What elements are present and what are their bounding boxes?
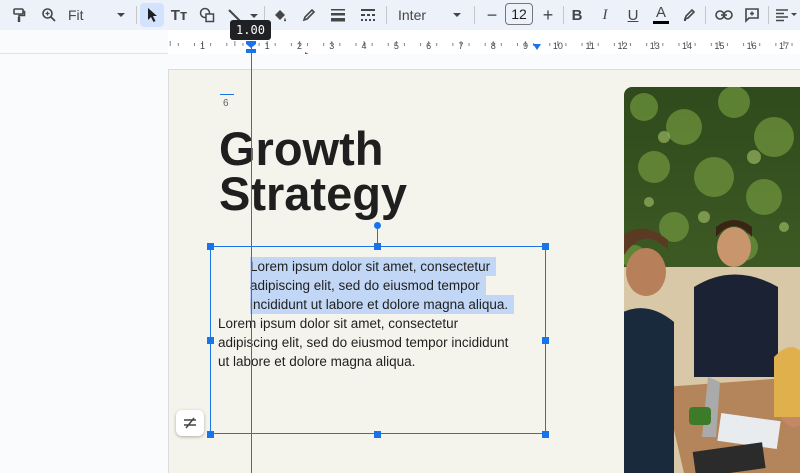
text-style-icon[interactable]: Tт <box>168 3 190 27</box>
divider <box>705 6 706 24</box>
border-color-icon[interactable] <box>298 3 320 27</box>
link-icon[interactable] <box>712 3 736 27</box>
font-name: Inter <box>398 7 427 23</box>
resize-handle-bottom-right[interactable] <box>542 431 549 438</box>
zoom-value: Fit <box>68 7 84 23</box>
decrease-font-button[interactable]: − <box>480 3 504 27</box>
ruler-ticks: 1 1 2 3 4 5 6 7 8 9 10 11 12 13 14 15 16 17 <box>168 30 800 54</box>
resize-handle-top-left[interactable] <box>207 243 214 250</box>
resize-handle-bottom[interactable] <box>374 431 381 438</box>
ruler-number: 15 <box>714 41 724 51</box>
selected-line: Lorem ipsum dolor sit amet, consectetur <box>250 257 497 276</box>
title-line-1: Growth <box>219 122 384 175</box>
body-line: Lorem ipsum dolor sit amet, consectetur <box>218 316 459 331</box>
divider <box>563 6 564 24</box>
bold-icon[interactable]: B <box>566 3 588 27</box>
ruler-number: 13 <box>650 41 660 51</box>
resize-handle-top[interactable] <box>374 243 381 250</box>
title-line-2: Strategy <box>219 167 408 220</box>
resize-handle-right[interactable] <box>542 337 549 344</box>
ruler-number: 10 <box>553 41 563 51</box>
text-color-label: A <box>655 4 666 21</box>
fill-color-icon[interactable] <box>268 3 292 27</box>
ruler-number: 1 <box>265 41 270 51</box>
rotate-stem <box>377 228 378 244</box>
body-line: ut labore et dolore magna aliqua. <box>218 354 416 369</box>
ruler-number: 2 <box>297 41 302 51</box>
clear-format-button[interactable] <box>176 410 204 436</box>
border-dash-icon[interactable] <box>356 3 380 27</box>
slide-title[interactable]: Growth Strategy <box>219 122 408 220</box>
ruler-number: 1 <box>200 41 205 51</box>
body-line: adipiscing elit, sed do eiusmod tempor i… <box>218 335 509 350</box>
selected-paragraph[interactable]: Lorem ipsum dolor sit amet, consectetur … <box>250 257 515 314</box>
ruler-tooltip-text: 1.00 <box>236 23 265 37</box>
ruler-number: 16 <box>747 41 757 51</box>
ruler-number: 9 <box>523 41 528 51</box>
ruler-number: 11 <box>585 41 594 51</box>
align-icon[interactable] <box>772 3 800 27</box>
zoom-icon[interactable] <box>38 3 60 27</box>
divider <box>386 6 387 24</box>
ruler-tooltip: 1.00 <box>230 20 271 40</box>
resize-handle-left[interactable] <box>207 337 214 344</box>
text-style-label: Tт <box>170 6 188 24</box>
clear-formatting-icon <box>184 417 196 429</box>
chevron-down-icon <box>116 12 126 18</box>
text-color-icon[interactable]: A <box>650 3 672 27</box>
ruler-number: 14 <box>682 41 692 51</box>
ruler-number: 5 <box>394 41 399 51</box>
underline-icon[interactable]: U <box>622 3 644 27</box>
resize-handle-top-right[interactable] <box>542 243 549 250</box>
text-box[interactable]: Lorem ipsum dolor sit amet, consectetur … <box>210 246 546 434</box>
horizontal-ruler[interactable]: 1 1 2 3 4 5 6 7 8 9 10 11 12 13 14 15 16 17 <box>0 30 800 60</box>
toolbar: Fit Tт Inter − 12 + B I U A <box>0 0 800 30</box>
resize-handle-bottom-left[interactable] <box>207 431 214 438</box>
font-size-input[interactable]: 12 <box>505 3 533 25</box>
page-number-rule <box>220 94 234 95</box>
team-photo[interactable] <box>624 87 800 473</box>
rotate-handle[interactable] <box>374 222 381 229</box>
italic-icon[interactable]: I <box>594 3 616 27</box>
comment-icon[interactable] <box>740 3 764 27</box>
ruler-number: 12 <box>617 41 627 51</box>
ruler-number: 4 <box>362 41 367 51</box>
font-select[interactable]: Inter <box>392 3 468 27</box>
selected-line: adipiscing elit, sed do eiusmod tempor <box>250 276 486 295</box>
zoom-select[interactable]: Fit <box>62 3 132 27</box>
ruler-number: 7 <box>458 41 463 51</box>
editor-canvas: 6 Growth Strategy Lorem ipsum dolor sit … <box>0 54 800 473</box>
indent-guide-line <box>251 46 252 473</box>
ruler-number: 8 <box>491 41 496 51</box>
font-size-value: 12 <box>511 6 527 22</box>
chevron-down-icon <box>452 12 462 18</box>
divider <box>768 6 769 24</box>
right-indent-marker[interactable] <box>532 43 542 51</box>
ruler-number: 17 <box>779 41 789 51</box>
bold-label: B <box>571 6 583 24</box>
shape-icon[interactable] <box>196 3 218 27</box>
underline-label: U <box>627 6 639 24</box>
italic-label: I <box>602 6 608 23</box>
page-number: 6 <box>223 98 229 109</box>
divider <box>136 6 137 24</box>
increase-font-button[interactable]: + <box>536 3 560 27</box>
selected-line: incididunt ut labore et dolore magna ali… <box>250 295 515 314</box>
text-color-swatch <box>653 21 669 24</box>
select-arrow-icon[interactable] <box>140 3 164 27</box>
body-paragraph[interactable]: Lorem ipsum dolor sit amet, consectetur … <box>218 314 508 371</box>
ruler-number: 6 <box>426 41 431 51</box>
paint-format-icon[interactable] <box>8 3 30 27</box>
plus-icon: + <box>542 4 554 25</box>
border-weight-icon[interactable] <box>326 3 350 27</box>
divider <box>474 6 475 24</box>
ruler-number: 3 <box>329 41 334 51</box>
minus-icon: − <box>486 4 498 25</box>
highlight-icon[interactable] <box>678 3 700 27</box>
